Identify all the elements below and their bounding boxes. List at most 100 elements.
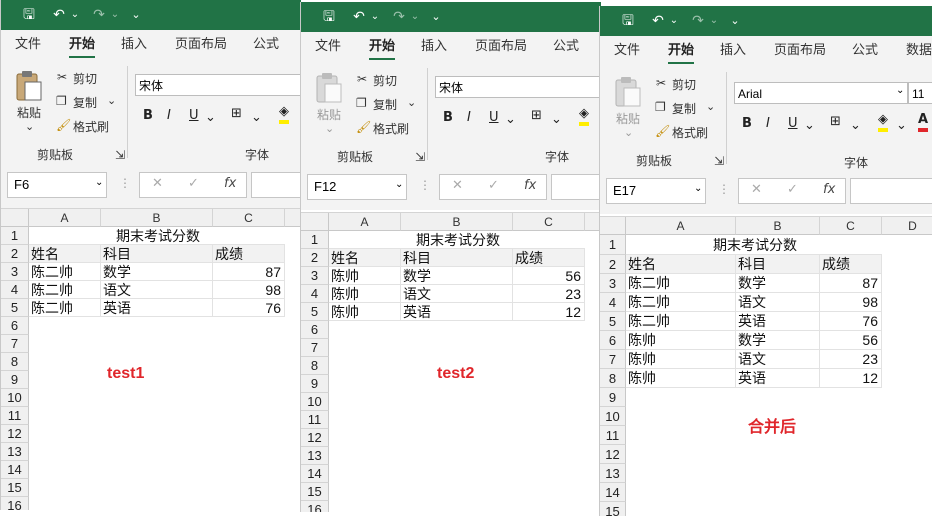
table-cell[interactable]: 语文 [736,293,820,312]
table-cell[interactable]: 76 [213,299,285,317]
row-header[interactable]: 6 [600,331,626,350]
tab-home[interactable]: 开始 [668,36,695,66]
save-icon[interactable]: 🖫 [319,2,339,32]
tab-formulas[interactable]: 公式 [253,30,279,60]
name-box[interactable]: E17 [606,178,706,204]
name-box[interactable]: F6 [7,172,107,198]
select-all-corner[interactable] [301,213,329,231]
column-header-d[interactable]: D [882,217,932,235]
redo-icon[interactable]: ↷ [89,0,109,30]
table-cell[interactable]: 英语 [736,312,820,331]
paste-icon[interactable] [614,76,642,108]
row-header[interactable]: 16 [1,497,29,510]
cut-icon[interactable]: ✂ [57,70,67,84]
copy-icon[interactable]: ❐ [56,94,67,108]
column-header-a[interactable]: A [29,209,101,227]
copy-dropdown-icon[interactable]: ⌄ [107,94,116,107]
table-cell[interactable]: 语文 [101,281,213,299]
font-name-box[interactable]: 宋体 [135,74,301,96]
table-cell[interactable]: 56 [820,331,882,350]
table-cell[interactable]: 陈二帅 [29,299,101,317]
table-cell[interactable]: 87 [820,274,882,293]
format-painter-button[interactable]: 格式刷 [373,120,409,137]
row-header[interactable]: 9 [600,388,626,407]
copy-dropdown-icon[interactable]: ⌄ [706,100,715,113]
table-cell[interactable]: 陈二帅 [29,281,101,299]
row-header[interactable]: 4 [1,281,29,299]
cut-button[interactable]: 剪切 [73,70,97,87]
row-header[interactable]: 13 [600,464,626,483]
row-header[interactable]: 1 [600,235,626,255]
underline-button[interactable]: U [788,116,798,131]
table-cell[interactable]: 数学 [736,331,820,350]
redo-dropdown-icon[interactable]: ⌄ [708,6,720,36]
sheet-title-cell[interactable]: 期末考试分数 [329,231,585,249]
name-box-dropdown-icon[interactable]: ⌄ [694,183,702,194]
formula-input[interactable] [551,174,601,200]
customize-toolbar-icon[interactable]: ⌄ [728,6,742,36]
worksheet-grid[interactable]: A B C D 1 2 3 4 5 6 7 8 9 10 11 12 13 14… [600,216,932,516]
header-cell-score[interactable]: 成绩 [213,245,285,263]
row-header[interactable]: 7 [600,350,626,369]
table-cell[interactable]: 陈二帅 [29,263,101,281]
tab-page-layout[interactable]: 页面布局 [475,32,527,62]
undo-icon[interactable]: ↶ [349,2,369,32]
underline-dropdown-icon[interactable]: ⌄ [804,118,815,133]
insert-function-icon[interactable]: fx [524,178,536,193]
row-header[interactable]: 9 [1,371,29,389]
redo-icon[interactable]: ↷ [389,2,409,32]
row-header[interactable]: 4 [600,293,626,312]
customize-toolbar-icon[interactable]: ⌄ [129,0,143,30]
row-header[interactable]: 13 [301,447,329,465]
row-header[interactable]: 10 [301,393,329,411]
name-box[interactable]: F12 [307,174,407,200]
row-header[interactable]: 11 [600,426,626,445]
table-cell[interactable]: 12 [820,369,882,388]
font-name-dropdown-icon[interactable]: ⌄ [896,85,904,96]
copy-button[interactable]: 复制 [672,100,696,117]
undo-dropdown-icon[interactable]: ⌄ [69,0,81,30]
table-cell[interactable]: 76 [820,312,882,331]
border-dropdown-icon[interactable]: ⌄ [551,112,562,127]
formula-input[interactable] [850,178,932,204]
row-header[interactable]: 9 [301,375,329,393]
tab-data[interactable]: 数据 [906,36,932,66]
border-dropdown-icon[interactable]: ⌄ [850,118,861,133]
tab-insert[interactable]: 插入 [121,30,147,60]
cancel-icon[interactable]: ✕ [452,178,463,193]
row-header[interactable]: 16 [301,501,329,512]
italic-button[interactable]: I [467,110,471,125]
row-header[interactable]: 3 [301,267,329,285]
table-cell[interactable]: 陈帅 [626,331,736,350]
row-header[interactable]: 15 [301,483,329,501]
table-cell[interactable]: 陈帅 [329,303,401,321]
row-header[interactable]: 5 [1,299,29,317]
table-cell[interactable]: 23 [513,285,585,303]
row-header[interactable]: 11 [301,411,329,429]
border-icon[interactable]: ⊞ [830,114,841,129]
row-header[interactable]: 11 [1,407,29,425]
row-header[interactable]: 2 [1,245,29,263]
underline-button[interactable]: U [189,108,199,123]
table-cell[interactable]: 陈帅 [329,285,401,303]
fill-color-icon[interactable]: ◈ [279,104,289,124]
font-size-box[interactable]: 11 [908,82,932,104]
table-cell[interactable]: 语文 [401,285,513,303]
row-header[interactable]: 8 [1,353,29,371]
tab-page-layout[interactable]: 页面布局 [774,36,826,66]
font-color-icon[interactable]: A [918,112,929,132]
paste-label[interactable]: 粘贴 [616,110,640,127]
column-header-c[interactable]: C [820,217,882,235]
cancel-icon[interactable]: ✕ [751,182,762,197]
paste-dropdown-icon[interactable]: ⌄ [25,120,34,133]
row-header[interactable]: 14 [301,465,329,483]
column-header-a[interactable]: A [626,217,736,235]
border-icon[interactable]: ⊞ [531,108,542,123]
table-cell[interactable]: 语文 [736,350,820,369]
tab-file[interactable]: 文件 [15,30,41,60]
font-name-box[interactable]: Arial [734,82,908,104]
enter-icon[interactable]: ✓ [188,176,199,191]
copy-icon[interactable]: ❐ [655,100,666,114]
table-cell[interactable]: 英语 [736,369,820,388]
column-header-a[interactable]: A [329,213,401,231]
